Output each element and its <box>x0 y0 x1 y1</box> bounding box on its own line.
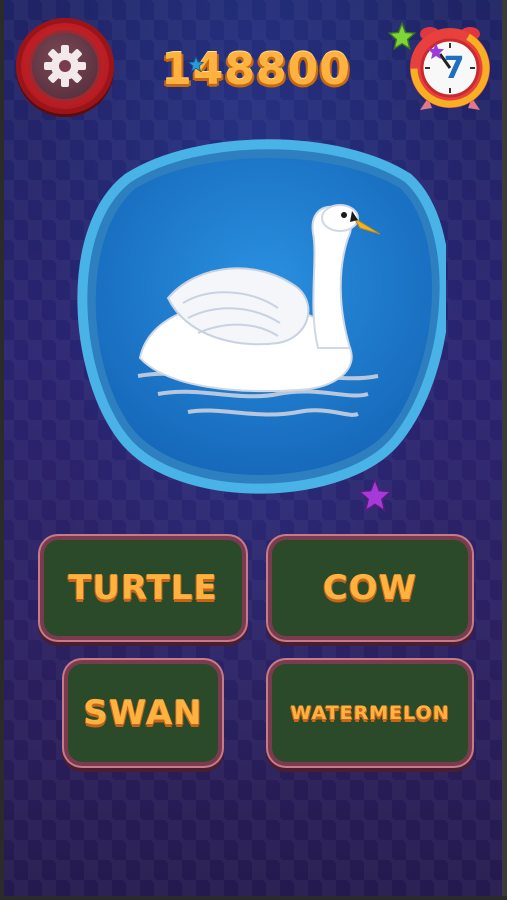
answer-label: WATERMELON <box>290 702 450 724</box>
purple-star-icon <box>427 42 445 60</box>
timer-value: 7 <box>444 51 465 86</box>
sparkle-star-icon <box>188 56 204 72</box>
answer-button-turtle[interactable]: TURTLE <box>44 540 242 636</box>
frame-edge-left <box>0 0 4 900</box>
answer-label: TURTLE <box>68 568 218 608</box>
frame-edge-right <box>502 0 507 900</box>
purple-star-icon <box>358 478 392 512</box>
gear-icon <box>44 45 86 87</box>
swan-illustration <box>77 139 450 494</box>
frame-edge-bottom <box>0 896 507 900</box>
settings-button[interactable] <box>16 18 114 114</box>
answer-label: SWAN <box>83 693 203 733</box>
answer-label: COW <box>322 568 418 608</box>
settings-button-face <box>29 30 101 102</box>
question-picture-card <box>68 138 450 514</box>
answer-button-watermelon[interactable]: WATERMELON <box>272 664 468 762</box>
green-star-icon <box>388 22 416 50</box>
score-display: 148800 <box>161 44 351 95</box>
answer-button-swan[interactable]: SWAN <box>68 664 218 762</box>
answer-button-cow[interactable]: COW <box>272 540 468 636</box>
